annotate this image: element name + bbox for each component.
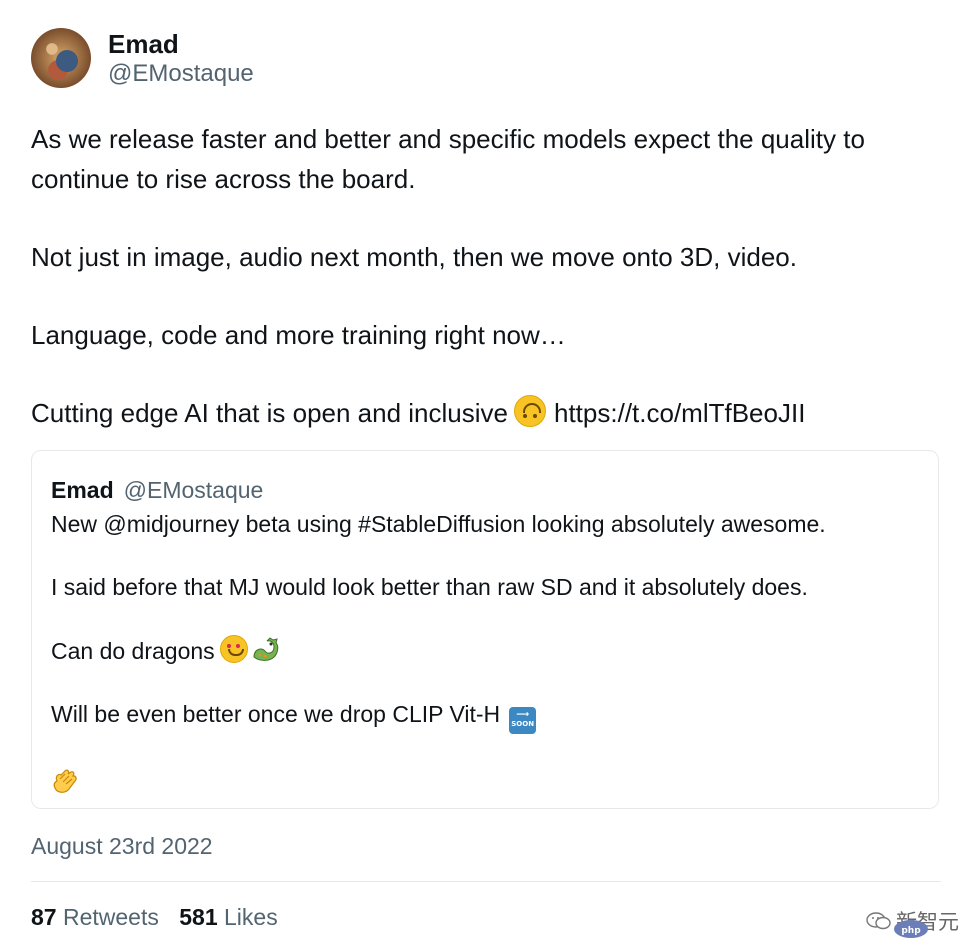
dragon-icon	[250, 637, 280, 663]
likes-count: 581	[179, 904, 218, 930]
soon-label: SOON	[511, 720, 535, 728]
quoted-paragraph-3-text: Can do dragons	[51, 638, 215, 664]
tweet-paragraph-4: Cutting edge AI that is open and inclusi…	[31, 393, 941, 433]
quoted-paragraph-2: I said before that MJ would look better …	[51, 574, 808, 600]
clapping-hands-icon	[51, 767, 79, 795]
retweets-stat[interactable]: 87 Retweets	[31, 903, 159, 931]
tweet-link[interactable]: https://t.co/mlTfBeoJII	[554, 398, 805, 428]
tweet-body: As we release faster and better and spec…	[31, 119, 941, 433]
tweet-paragraph-2: Not just in image, audio next month, the…	[31, 242, 797, 272]
quoted-author-handle: @EMostaque	[123, 477, 264, 503]
quoted-tweet-card[interactable]: Emad @EMostaque New @midjourney beta usin…	[31, 450, 939, 809]
author-info: Emad @EMostaque	[108, 28, 254, 88]
quoted-paragraph-1: New @midjourney beta using #StableDiffus…	[51, 511, 826, 537]
soon-arrow-icon: ⟶ SOON	[509, 707, 537, 734]
divider	[31, 881, 941, 882]
quoted-paragraph-4: Will be even better once we drop CLIP Vi…	[51, 699, 919, 734]
tweet-timestamp[interactable]: August 23rd 2022	[31, 832, 213, 860]
quoted-paragraph-4-text: Will be even better once we drop CLIP Vi…	[51, 701, 501, 727]
retweets-count: 87	[31, 904, 57, 930]
tweet-paragraph-4-text: Cutting edge AI that is open and inclusi…	[31, 398, 508, 428]
author-display-name[interactable]: Emad	[108, 28, 254, 60]
quoted-paragraph-5	[51, 767, 919, 798]
wechat-icon	[866, 911, 892, 931]
upside-down-face-emoji-icon	[514, 395, 546, 427]
tweet-stats: 87 Retweets 581 Likes	[31, 903, 292, 931]
tweet-card: Emad @EMostaque As we release faster and…	[31, 26, 941, 433]
likes-label: Likes	[224, 904, 278, 930]
author-handle[interactable]: @EMostaque	[108, 60, 254, 88]
avatar[interactable]	[31, 28, 91, 88]
likes-stat[interactable]: 581 Likes	[179, 903, 277, 931]
quoted-tweet-content: Emad @EMostaque New @midjourney beta usin…	[51, 475, 919, 798]
retweets-label: Retweets	[62, 904, 159, 930]
quoted-author-display-name: Emad	[51, 477, 114, 503]
smiling-face-with-hearts-icon	[219, 635, 248, 663]
tweet-paragraph-1: As we release faster and better and spec…	[31, 124, 865, 194]
tweet-paragraph-3: Language, code and more training right n…	[31, 320, 566, 350]
quoted-tweet-header: Emad @EMostaque	[51, 475, 919, 505]
tweet-header: Emad @EMostaque	[31, 26, 941, 90]
php-logo-icon: php	[894, 920, 928, 938]
svg-text:php: php	[901, 926, 921, 936]
quoted-paragraph-3: Can do dragons	[51, 635, 919, 666]
